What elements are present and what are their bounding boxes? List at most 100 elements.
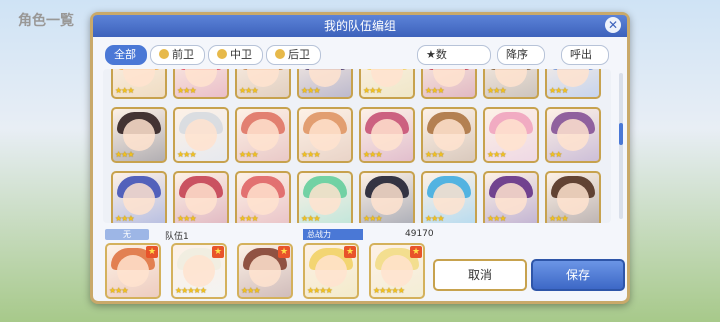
character-face	[247, 183, 279, 215]
character-grid: ★★★ ★★★ ★★★ ★★★ ★★★ ★★★ ★★★ ★★★ ★★★ ★★★ ★★★ ★★★ ★★★ ★…	[103, 69, 611, 223]
star-rating: ★★★	[425, 214, 444, 223]
team-edit-dialog: 我的队伍编组 ✕ 全部 前卫 中卫 后卫 ★数 降序 呼出 ★★★ ★★★ ★★★ ★…	[90, 12, 630, 304]
party-badge: 无	[105, 229, 149, 240]
character-face	[185, 69, 217, 87]
tab-back[interactable]: 后卫	[266, 45, 321, 65]
character-card[interactable]: ★★	[545, 107, 601, 163]
star-rating: ★★★	[301, 86, 320, 95]
character-card[interactable]: ★★★	[359, 107, 415, 163]
character-face	[123, 69, 155, 87]
character-face	[309, 183, 341, 215]
character-face	[309, 69, 341, 87]
character-face	[495, 183, 527, 215]
star-rating: ★★★	[363, 214, 382, 223]
tab-back-label: 后卫	[288, 48, 310, 61]
character-card[interactable]: ★★★	[111, 107, 167, 163]
character-face	[309, 119, 341, 151]
star-rating: ★★★★★	[373, 286, 405, 295]
star-rating: ★★★	[487, 214, 506, 223]
star-rating: ★★★	[115, 86, 134, 95]
character-card[interactable]: ★★★	[235, 171, 291, 223]
character-card[interactable]: ★★★★ ★	[303, 243, 359, 299]
character-face	[371, 69, 403, 87]
character-card[interactable]: ★★★★★ ★	[369, 243, 425, 299]
character-face	[433, 119, 465, 151]
character-face	[557, 119, 589, 151]
character-face	[123, 183, 155, 215]
back-icon	[275, 49, 285, 59]
star-rating: ★★★	[425, 150, 444, 159]
character-card[interactable]: ★★★	[359, 69, 415, 99]
character-card[interactable]: ★★★	[483, 171, 539, 223]
tab-front[interactable]: 前卫	[150, 45, 205, 65]
character-card[interactable]: ★★★	[297, 171, 353, 223]
character-face	[495, 119, 527, 151]
character-card[interactable]: ★★★	[173, 69, 229, 99]
character-card[interactable]: ★★★	[173, 171, 229, 223]
character-face	[371, 183, 403, 215]
star-rating: ★★★	[549, 86, 568, 95]
character-card[interactable]: ★★★	[421, 69, 477, 99]
sort-field-button[interactable]: ★数	[417, 45, 491, 65]
character-card[interactable]: ★★★	[111, 171, 167, 223]
star-rating: ★★★	[241, 286, 260, 295]
star-rating: ★★★	[177, 86, 196, 95]
tab-middle[interactable]: 中卫	[208, 45, 263, 65]
dialog-header: 我的队伍编组 ✕	[93, 15, 627, 37]
character-card[interactable]: ★★★	[545, 171, 601, 223]
team-star-icon: ★	[146, 246, 158, 258]
role-filter-tabs: 全部 前卫 中卫 后卫	[105, 45, 324, 65]
character-face	[247, 119, 279, 151]
save-button[interactable]: 保存	[531, 259, 625, 291]
character-card[interactable]: ★★★★★ ★	[171, 243, 227, 299]
close-icon[interactable]: ✕	[605, 17, 621, 33]
power-value: 49170	[405, 229, 434, 239]
character-face	[315, 255, 347, 287]
star-rating: ★★★	[115, 150, 134, 159]
character-card[interactable]: ★★★	[421, 107, 477, 163]
star-rating: ★★★	[425, 86, 444, 95]
character-card[interactable]: ★★★ ★	[105, 243, 161, 299]
star-rating: ★★★★	[307, 286, 333, 295]
call-button[interactable]: 呼出	[561, 45, 609, 65]
character-card[interactable]: ★★★	[545, 69, 601, 99]
character-card[interactable]: ★★★	[297, 69, 353, 99]
star-rating: ★★★	[109, 286, 128, 295]
character-card[interactable]: ★★★	[297, 107, 353, 163]
tab-middle-label: 中卫	[230, 48, 252, 61]
character-face	[183, 255, 215, 287]
character-card[interactable]: ★★★	[483, 107, 539, 163]
sort-order-button[interactable]: 降序	[497, 45, 545, 65]
character-face	[557, 183, 589, 215]
character-face	[371, 119, 403, 151]
star-rating: ★★★	[363, 150, 382, 159]
dialog-title: 我的队伍编组	[323, 19, 396, 33]
front-icon	[159, 49, 169, 59]
star-rating: ★★★	[301, 150, 320, 159]
character-card[interactable]: ★★★	[483, 69, 539, 99]
character-card[interactable]: ★★★ ★	[237, 243, 293, 299]
character-card[interactable]: ★★★	[421, 171, 477, 223]
character-card[interactable]: ★★★	[173, 107, 229, 163]
team-star-icon: ★	[344, 246, 356, 258]
character-face	[249, 255, 281, 287]
character-card[interactable]: ★★★	[111, 69, 167, 99]
grid-scrollbar[interactable]	[619, 73, 623, 219]
cancel-button[interactable]: 取消	[433, 259, 527, 291]
team-star-icon: ★	[212, 246, 224, 258]
tab-front-label: 前卫	[172, 48, 194, 61]
star-rating: ★★	[549, 150, 562, 159]
star-rating: ★★★	[239, 86, 258, 95]
character-card[interactable]: ★★★	[359, 171, 415, 223]
character-card[interactable]: ★★★	[235, 69, 291, 99]
character-card[interactable]: ★★★	[235, 107, 291, 163]
scroll-thumb[interactable]	[619, 123, 623, 145]
character-face	[495, 69, 527, 87]
character-face	[123, 119, 155, 151]
background-title: 角色一覧	[18, 13, 74, 29]
star-rating: ★★★	[487, 150, 506, 159]
character-face	[433, 183, 465, 215]
tab-all[interactable]: 全部	[105, 45, 147, 65]
team-star-icon: ★	[278, 246, 290, 258]
character-face	[557, 69, 589, 87]
